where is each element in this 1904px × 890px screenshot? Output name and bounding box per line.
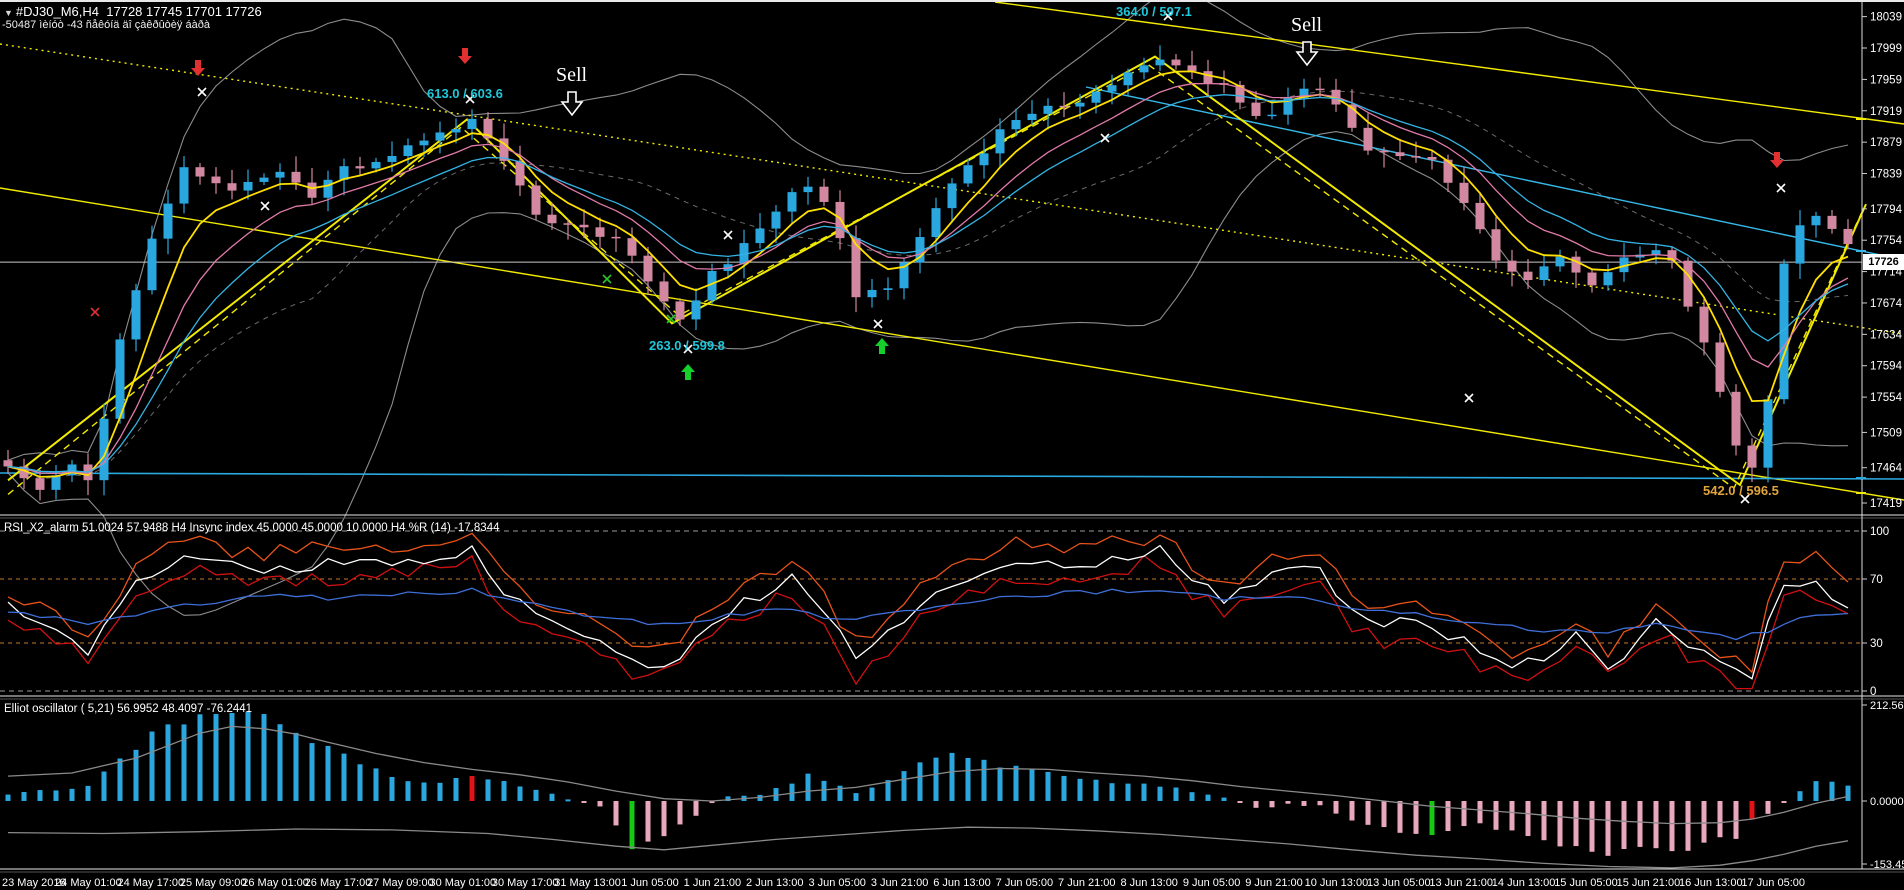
svg-text:30 May 17:00: 30 May 17:00 [492, 877, 559, 889]
svg-text:17 Jun 05:00: 17 Jun 05:00 [1741, 877, 1805, 889]
elliott-panel-header: Elliot oscillator ( 5,21) 56.9952 48.409… [4, 703, 252, 715]
svg-text:17754: 17754 [1870, 235, 1903, 247]
svg-text:17794: 17794 [1870, 204, 1903, 216]
svg-text:13 Jun 05:00: 13 Jun 05:00 [1367, 877, 1431, 889]
sell-arrow-icon [1295, 41, 1319, 67]
svg-text:27 May 09:00: 27 May 09:00 [367, 877, 434, 889]
svg-text:30 May 01:00: 30 May 01:00 [429, 877, 496, 889]
svg-text:6 Jun 13:00: 6 Jun 13:00 [933, 877, 991, 889]
svg-text:24 May 01:00: 24 May 01:00 [55, 877, 122, 889]
svg-text:25 May 09:00: 25 May 09:00 [180, 877, 247, 889]
zigzag-price-tag-4: 542.0 / 596.5 [1703, 483, 1779, 498]
svg-text:8 Jun 13:00: 8 Jun 13:00 [1120, 877, 1178, 889]
down-arrow-icon [458, 48, 472, 64]
svg-text:17419: 17419 [1870, 498, 1902, 510]
time-axis[interactable]: 23 May 201624 May 01:0024 May 17:0025 Ma… [2, 877, 1805, 889]
signal-markers [91, 12, 1785, 503]
svg-text:17554: 17554 [1870, 392, 1903, 404]
svg-text:17919: 17919 [1870, 106, 1902, 118]
svg-text:17509: 17509 [1870, 427, 1902, 439]
svg-text:100: 100 [1870, 526, 1889, 538]
svg-text:31 May 13:00: 31 May 13:00 [554, 877, 621, 889]
ohlc-readout: 17728 17745 17701 17726 [106, 4, 261, 19]
mt4-chart-window: 18039 17999 17959 17919 17879 17839 17794 17754… [0, 0, 1904, 890]
chart-title: ▼#DJ30_M6,H4 17728 17745 17701 17726 [4, 4, 262, 19]
svg-text:17674: 17674 [1870, 298, 1903, 310]
svg-text:7 Jun 05:00: 7 Jun 05:00 [996, 877, 1054, 889]
svg-text:3 Jun 05:00: 3 Jun 05:00 [808, 877, 866, 889]
svg-text:9 Jun 05:00: 9 Jun 05:00 [1183, 877, 1241, 889]
svg-text:15 Jun 21:00: 15 Jun 21:00 [1617, 877, 1681, 889]
rsi-fast-line [8, 533, 1848, 672]
svg-text:26 May 17:00: 26 May 17:00 [305, 877, 372, 889]
zigzag-price-tag-2: 364.0 / 597.1 [1116, 4, 1192, 19]
sell-arrow-icon [560, 91, 584, 117]
sell-label: Sell [1291, 14, 1322, 36]
symbol-title: #DJ30_M6,H4 [16, 4, 99, 19]
svg-text:26 May 01:00: 26 May 01:00 [242, 877, 309, 889]
panel-separators[interactable] [0, 2, 1904, 872]
svg-text:70: 70 [1870, 574, 1883, 586]
zigzag-lines[interactable] [8, 57, 1866, 495]
svg-text:16 Jun 13:00: 16 Jun 13:00 [1679, 877, 1743, 889]
rsi-panel[interactable] [0, 531, 1862, 691]
svg-text:1 Jun 05:00: 1 Jun 05:00 [621, 877, 679, 889]
svg-text:17634: 17634 [1870, 329, 1903, 341]
bar-timer-comment: -50487 ìèíóò -43 ñåêóíä äî çàêðûòèÿ áàðà [2, 19, 210, 31]
svg-text:14 Jun 13:00: 14 Jun 13:00 [1492, 877, 1556, 889]
svg-text:18039: 18039 [1870, 12, 1902, 24]
svg-text:212.5655: 212.5655 [1870, 700, 1904, 712]
svg-text:7 Jun 21:00: 7 Jun 21:00 [1058, 877, 1116, 889]
svg-text:2 Jun 13:00: 2 Jun 13:00 [746, 877, 804, 889]
svg-text:30: 30 [1870, 638, 1883, 650]
current-price-badge: 17726 [1863, 254, 1904, 270]
sell-signal-2: Sell [1291, 14, 1322, 67]
svg-text:3 Jun 21:00: 3 Jun 21:00 [871, 877, 929, 889]
trendlines[interactable] [0, 2, 1904, 500]
rsi-slow-line [8, 556, 1848, 689]
sell-signal-1: Sell [556, 64, 587, 117]
svg-text:17839: 17839 [1870, 169, 1902, 181]
svg-text:9 Jun 21:00: 9 Jun 21:00 [1245, 877, 1303, 889]
svg-text:24 May 17:00: 24 May 17:00 [117, 877, 184, 889]
svg-text:17879: 17879 [1870, 137, 1902, 149]
down-arrow-icon [191, 60, 205, 76]
sell-label: Sell [556, 64, 587, 86]
zigzag-price-tag-3: 263.0 / 599.8 [649, 338, 725, 353]
rsi-panel-header: RSI_X2_alarm 51.0024 57.9488 H4 Insync i… [4, 522, 499, 534]
svg-text:17594: 17594 [1870, 361, 1903, 373]
elliott-axis[interactable]: 212.5655 0.0000 -153.4565 [1862, 700, 1904, 871]
svg-text:17464: 17464 [1870, 463, 1903, 475]
elliott-panel[interactable] [6, 712, 1851, 868]
up-arrow-icon [875, 338, 889, 354]
chart-canvas[interactable]: 18039 17999 17959 17919 17879 17839 17794 17754… [0, 2, 1904, 890]
svg-text:15 Jun 05:00: 15 Jun 05:00 [1554, 877, 1618, 889]
svg-text:0.0000: 0.0000 [1870, 796, 1904, 808]
moving-averages [8, 71, 1848, 477]
insync-index-line [8, 588, 1848, 639]
collapse-icon[interactable]: ▼ [4, 8, 13, 18]
rsi-axis[interactable]: 100 70 30 0 [1862, 526, 1889, 698]
svg-text:17959: 17959 [1870, 74, 1902, 86]
svg-text:13 Jun 21:00: 13 Jun 21:00 [1429, 877, 1493, 889]
up-arrow-icon [681, 364, 695, 380]
svg-text:1 Jun 21:00: 1 Jun 21:00 [684, 877, 742, 889]
svg-text:10 Jun 13:00: 10 Jun 13:00 [1305, 877, 1369, 889]
svg-text:17999: 17999 [1870, 43, 1902, 55]
svg-text:-153.4565: -153.4565 [1870, 859, 1904, 871]
svg-text:0: 0 [1870, 686, 1876, 698]
zigzag-price-tag-1: 613.0 / 603.6 [427, 86, 503, 101]
